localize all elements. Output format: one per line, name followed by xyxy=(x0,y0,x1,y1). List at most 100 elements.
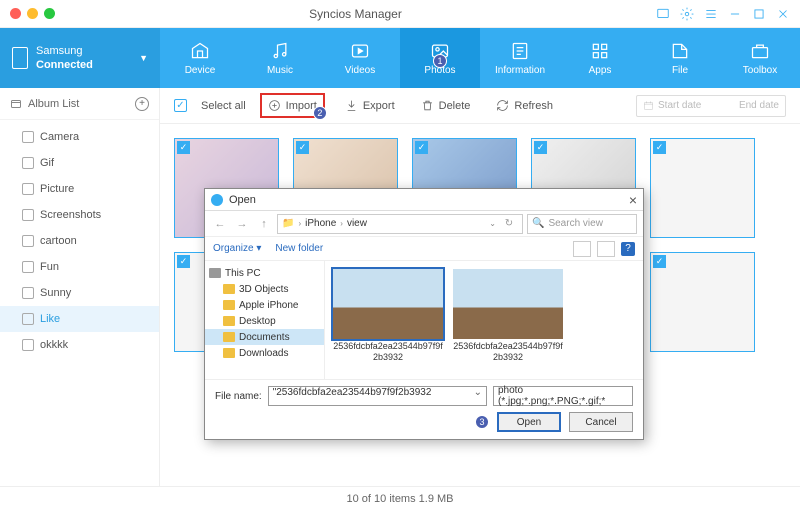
thumb-checkbox[interactable]: ✓ xyxy=(296,141,309,154)
file-thumbnail xyxy=(333,269,443,339)
tree-item[interactable]: Desktop xyxy=(205,313,324,329)
import-button[interactable]: Import 2 xyxy=(260,93,325,118)
forward-button[interactable]: → xyxy=(233,215,251,233)
sidebar-item-okkkk[interactable]: okkkk xyxy=(0,332,159,358)
sidebar-item-picture[interactable]: Picture xyxy=(0,176,159,202)
tree-item[interactable]: Documents xyxy=(205,329,324,345)
device-selector[interactable]: Samsung Connected ▼ xyxy=(0,28,160,88)
tree-item[interactable]: 3D Objects xyxy=(205,281,324,297)
app-title: Syncios Manager xyxy=(55,7,656,21)
path-input[interactable]: 📁 › iPhone › view ⌄ ↻ xyxy=(277,214,523,234)
nav-apps[interactable]: Apps xyxy=(560,28,640,88)
file-name: 2536fdcbfa2ea23544b97f9f2b3932 xyxy=(333,341,443,363)
nav-toolbox[interactable]: Toolbox xyxy=(720,28,800,88)
thumb-checkbox[interactable]: ✓ xyxy=(653,141,666,154)
refresh-label: Refresh xyxy=(514,100,553,112)
date-range-input[interactable]: Start date End date xyxy=(636,95,786,117)
album-icon xyxy=(22,235,34,247)
path-refresh-icon[interactable]: ↻ xyxy=(500,215,518,233)
cancel-button[interactable]: Cancel xyxy=(569,412,633,432)
sidebar-item-fun[interactable]: Fun xyxy=(0,254,159,280)
refresh-button[interactable]: Refresh xyxy=(490,95,559,116)
thumb-checkbox[interactable]: ✓ xyxy=(177,141,190,154)
dialog-close-button[interactable]: × xyxy=(629,192,637,208)
titlebar: Syncios Manager xyxy=(0,0,800,28)
back-button[interactable]: ← xyxy=(211,215,229,233)
nav-file[interactable]: File xyxy=(640,28,720,88)
sidebar-item-like[interactable]: Like xyxy=(0,306,159,332)
device-status: Connected xyxy=(36,58,131,72)
album-icon xyxy=(22,157,34,169)
thumb-checkbox[interactable]: ✓ xyxy=(177,255,190,268)
photo-thumb[interactable]: ✓ xyxy=(650,252,755,352)
help-icon[interactable]: ? xyxy=(621,242,635,256)
screen-icon[interactable] xyxy=(656,7,670,21)
album-icon xyxy=(22,287,34,299)
sidebar-item-cartoon[interactable]: cartoon xyxy=(0,228,159,254)
file-type-select[interactable]: photo (*.jpg;*.png;*.PNG;*.gif;* xyxy=(493,386,633,406)
dialog-organize-bar: Organize ▾ New folder ? xyxy=(205,237,643,261)
minimize-window-button[interactable] xyxy=(27,8,38,19)
delete-label: Delete xyxy=(439,100,471,112)
chevron-down-icon: ▼ xyxy=(139,53,148,63)
start-date: Start date xyxy=(658,100,701,111)
search-icon: 🔍 xyxy=(532,218,544,229)
tree-item[interactable]: This PC xyxy=(205,265,324,281)
sidebar-item-camera[interactable]: Camera xyxy=(0,124,159,150)
path-seg-1[interactable]: view xyxy=(347,218,367,229)
up-button[interactable]: ↑ xyxy=(255,215,273,233)
photo-thumb[interactable]: ✓ xyxy=(650,138,755,238)
close-window-button[interactable] xyxy=(10,8,21,19)
import-badge: 2 xyxy=(313,106,327,120)
menu-icon[interactable] xyxy=(704,7,718,21)
dialog-path-bar: ← → ↑ 📁 › iPhone › view ⌄ ↻ 🔍 Search vie… xyxy=(205,211,643,237)
organize-button[interactable]: Organize ▾ xyxy=(213,243,261,254)
file-name-input[interactable]: "2536fdcbfa2ea23544b97f9f2b3932 ⌄ xyxy=(268,386,487,406)
export-button[interactable]: Export xyxy=(339,95,401,116)
dialog-tree: This PC3D ObjectsApple iPhoneDesktopDocu… xyxy=(205,261,325,379)
album-icon xyxy=(22,339,34,351)
sidebar-item-gif[interactable]: Gif xyxy=(0,150,159,176)
sidebar-item-sunny[interactable]: Sunny xyxy=(0,280,159,306)
add-album-button[interactable]: + xyxy=(135,97,149,111)
nav-photos[interactable]: Photos1 xyxy=(400,28,480,88)
folder-icon xyxy=(223,284,235,294)
close-icon[interactable] xyxy=(776,7,790,21)
nav-information[interactable]: Information xyxy=(480,28,560,88)
thumb-checkbox[interactable]: ✓ xyxy=(534,141,547,154)
file-item[interactable]: 2536fdcbfa2ea23544b97f9f2b3932 xyxy=(453,269,563,371)
thumb-checkbox[interactable]: ✓ xyxy=(653,255,666,268)
tree-item[interactable]: Apple iPhone xyxy=(205,297,324,313)
sidebar-title: Album List xyxy=(28,98,79,110)
nav-device[interactable]: Device xyxy=(160,28,240,88)
select-all-checkbox[interactable]: ✓ xyxy=(174,99,187,112)
nav-music[interactable]: Music xyxy=(240,28,320,88)
file-thumbnail xyxy=(453,269,563,339)
open-button[interactable]: Open xyxy=(497,412,561,432)
status-bar: 10 of 10 items 1.9 MB xyxy=(0,486,800,510)
search-placeholder: Search view xyxy=(548,218,602,229)
sidebar-item-screenshots[interactable]: Screenshots xyxy=(0,202,159,228)
album-icon xyxy=(22,209,34,221)
tree-item[interactable]: Downloads xyxy=(205,345,324,361)
gear-icon[interactable] xyxy=(680,7,694,21)
open-badge: 3 xyxy=(475,415,489,429)
dialog-search-input[interactable]: 🔍 Search view xyxy=(527,214,637,234)
file-item[interactable]: 2536fdcbfa2ea23544b97f9f2b3932 xyxy=(333,269,443,371)
thumb-checkbox[interactable]: ✓ xyxy=(415,141,428,154)
device-brand: Samsung xyxy=(36,44,131,58)
select-all-label[interactable]: Select all xyxy=(201,100,246,112)
new-folder-button[interactable]: New folder xyxy=(275,243,323,254)
status-text: 10 of 10 items 1.9 MB xyxy=(347,493,454,505)
view-list-button[interactable] xyxy=(597,241,615,257)
min-icon[interactable] xyxy=(728,7,742,21)
max-icon[interactable] xyxy=(752,7,766,21)
delete-button[interactable]: Delete xyxy=(415,95,477,116)
maximize-window-button[interactable] xyxy=(44,8,55,19)
open-file-dialog: Open × ← → ↑ 📁 › iPhone › view ⌄ ↻ 🔍 Sea… xyxy=(204,188,644,440)
path-seg-0[interactable]: iPhone xyxy=(305,218,336,229)
view-mode-button[interactable] xyxy=(573,241,591,257)
nav-videos[interactable]: Videos xyxy=(320,28,400,88)
album-icon xyxy=(22,131,34,143)
album-icon xyxy=(22,183,34,195)
